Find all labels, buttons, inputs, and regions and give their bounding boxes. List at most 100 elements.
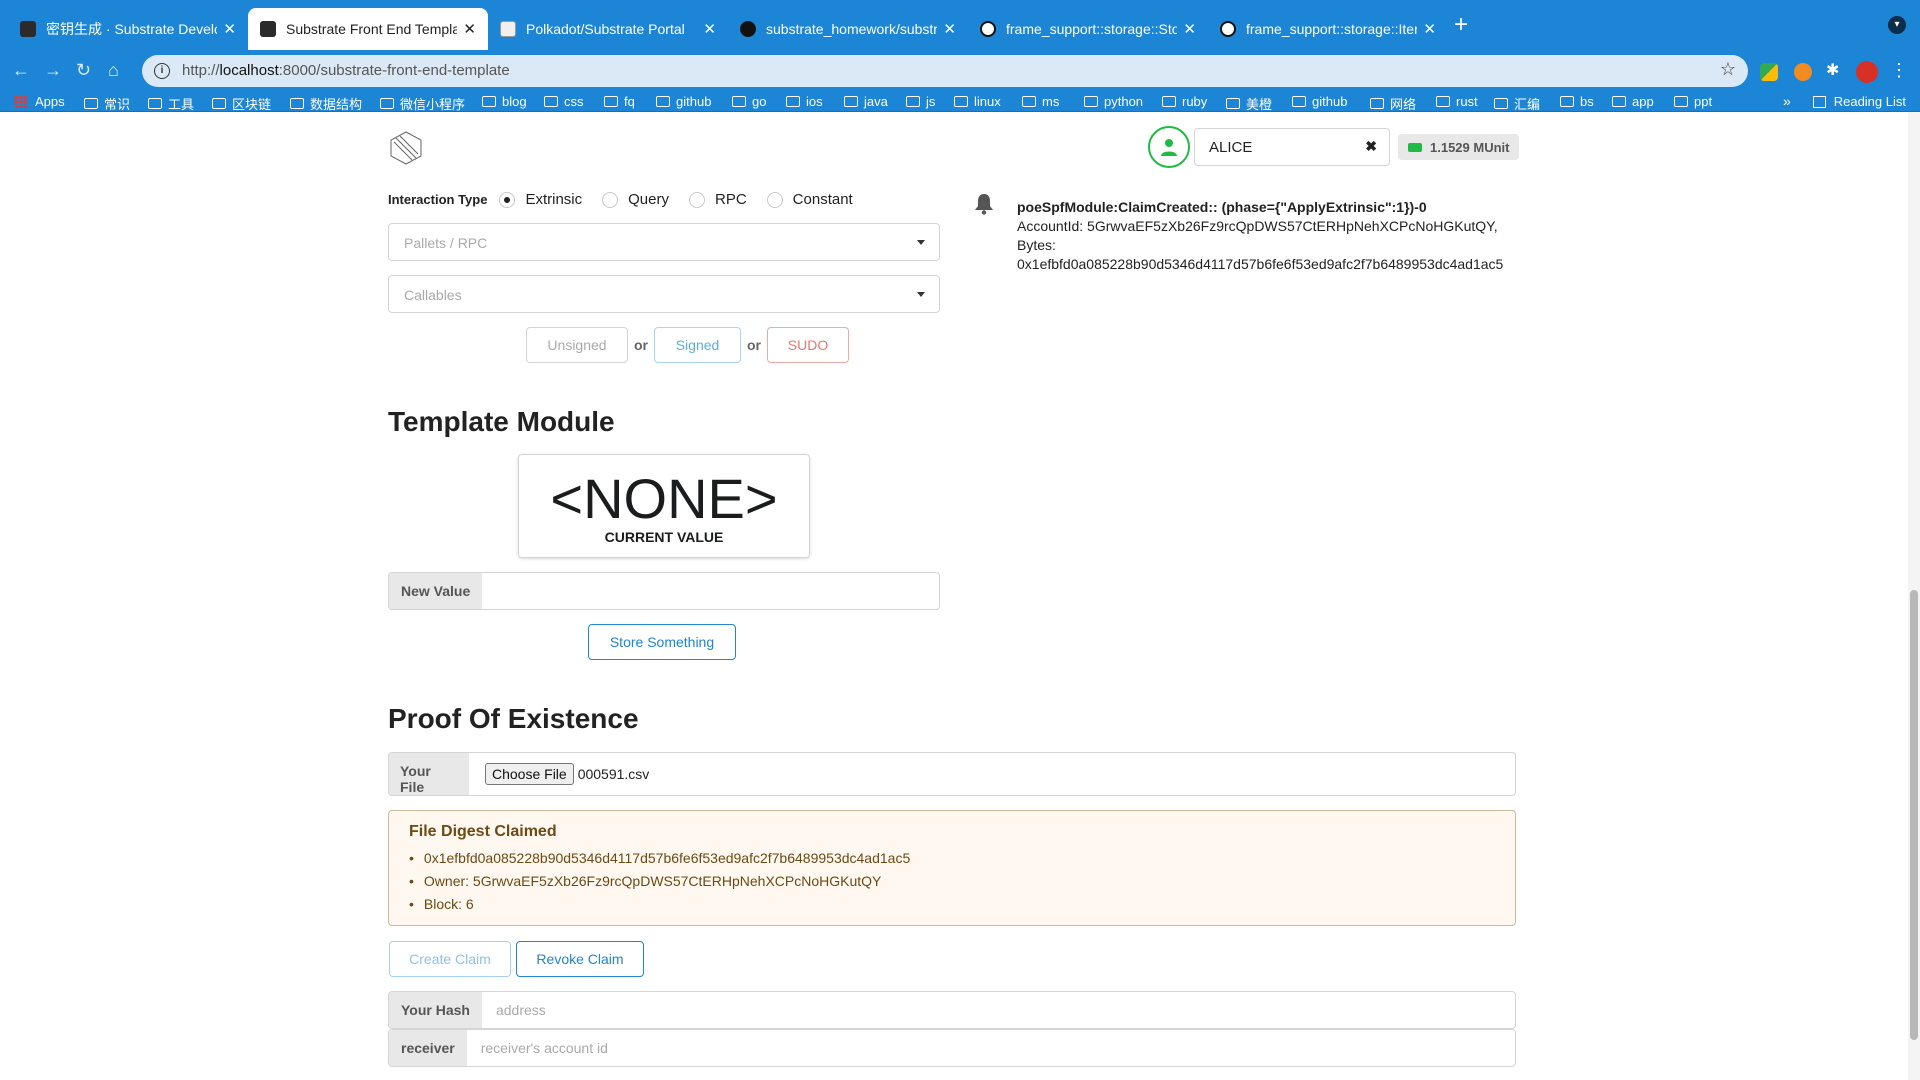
- folder-icon: [84, 98, 98, 109]
- folder-icon: [656, 96, 670, 107]
- close-icon[interactable]: ✕: [223, 20, 236, 38]
- account-avatar-icon[interactable]: [1148, 126, 1190, 168]
- clear-selection-icon[interactable]: ✖: [1365, 138, 1377, 155]
- folder-icon: [906, 96, 920, 107]
- bookmark-folder[interactable]: github: [656, 94, 711, 109]
- address-bar[interactable]: i http://localhost:8000/substrate-front-…: [142, 55, 1748, 87]
- bookmark-folder[interactable]: app: [1612, 94, 1654, 109]
- home-icon[interactable]: ⌂: [108, 59, 119, 81]
- puzzle-extensions-icon[interactable]: ✱: [1826, 60, 1844, 79]
- folder-icon: [544, 96, 558, 107]
- rust-favicon-icon: [1220, 21, 1236, 37]
- bookmark-folder[interactable]: rust: [1436, 94, 1478, 109]
- event-line: AccountId: 5GrwvaEF5zXb26Fz9rcQpDWS57CtE…: [1017, 218, 1498, 234]
- page-scrollbar-thumb[interactable]: [1910, 590, 1918, 1040]
- claim-details-list: 0x1efbfd0a085228b90d5346d4117d57b6fe6f53…: [409, 847, 1495, 916]
- browser-tab[interactable]: substrate_homework/substrate ✕: [728, 8, 968, 50]
- bookmark-label: ios: [806, 94, 823, 109]
- hash-input[interactable]: address: [481, 992, 1515, 1028]
- browser-tab[interactable]: frame_support::storage::Storag ✕: [968, 8, 1208, 50]
- close-icon[interactable]: ✕: [463, 20, 476, 38]
- bookmark-label: ppt: [1694, 94, 1713, 109]
- bookmark-folder[interactable]: 微信小程序: [380, 94, 465, 113]
- account-selector[interactable]: ALICE ✖: [1194, 128, 1390, 166]
- list-item: 0x1efbfd0a085228b90d5346d4117d57b6fe6f53…: [409, 847, 1495, 870]
- new-value-input[interactable]: [482, 573, 939, 609]
- bookmark-folder[interactable]: ruby: [1162, 94, 1207, 109]
- bookmark-folder[interactable]: 汇编: [1494, 94, 1540, 113]
- bookmark-apps[interactable]: Apps: [14, 94, 65, 109]
- file-input[interactable]: Choose File 000591.csv: [469, 753, 649, 795]
- sudo-button[interactable]: SUDO: [767, 327, 849, 363]
- extension-icon[interactable]: [1760, 63, 1778, 81]
- bookmark-folder[interactable]: python: [1084, 94, 1143, 109]
- browser-tab[interactable]: frame_support::storage::Iterab ✕: [1208, 8, 1448, 50]
- close-icon[interactable]: ✕: [943, 20, 956, 38]
- bookmarks-bar: Apps 常识 工具 区块链 数据结构 微信小程序 blog css fq gi…: [0, 92, 1920, 112]
- revoke-claim-button[interactable]: Revoke Claim: [516, 941, 644, 977]
- bookmark-folder[interactable]: github: [1292, 94, 1347, 109]
- bookmark-folder[interactable]: 数据结构: [290, 94, 362, 113]
- tab-title: Substrate Front End Template: [286, 21, 458, 37]
- extension-icon[interactable]: [1794, 63, 1812, 81]
- bookmark-folder[interactable]: ios: [786, 94, 823, 109]
- reload-icon[interactable]: ↻: [76, 59, 91, 81]
- bookmark-folder[interactable]: fq: [604, 94, 635, 109]
- new-tab-plus-icon[interactable]: +: [1454, 12, 1468, 38]
- tab-search-chevron-icon[interactable]: ▾: [1888, 16, 1906, 34]
- bookmark-label: github: [1312, 94, 1348, 109]
- radio-constant[interactable]: Constant: [766, 191, 853, 208]
- browser-tab[interactable]: Polkadot/Substrate Portal ✕: [488, 8, 728, 50]
- radio-label: Query: [628, 191, 669, 208]
- bookmark-folder[interactable]: 区块链: [212, 94, 271, 113]
- back-arrow-icon[interactable]: ←: [12, 59, 30, 81]
- unsigned-button[interactable]: Unsigned: [526, 327, 628, 363]
- callables-dropdown[interactable]: Callables: [388, 275, 940, 313]
- site-info-icon[interactable]: i: [154, 63, 170, 79]
- bookmarks-overflow-chevron-icon[interactable]: »: [1783, 93, 1791, 109]
- folder-icon: [732, 96, 746, 107]
- receiver-input[interactable]: receiver's account id: [466, 1030, 1515, 1066]
- forward-arrow-icon[interactable]: →: [44, 59, 62, 81]
- radio-query[interactable]: Query: [602, 191, 669, 208]
- url-text: http://localhost:8000/substrate-front-en…: [182, 62, 510, 79]
- balance-label: 1.1529 MUnit: [1398, 134, 1520, 160]
- bookmark-label: linux: [974, 94, 1001, 109]
- bookmark-folder[interactable]: 常识: [84, 94, 130, 113]
- signed-button[interactable]: Signed: [654, 327, 741, 363]
- pallets-rpc-dropdown[interactable]: Pallets / RPC: [388, 223, 940, 261]
- bookmark-folder[interactable]: go: [732, 94, 766, 109]
- bookmark-folder[interactable]: ms: [1022, 94, 1059, 109]
- radio-rpc[interactable]: RPC: [689, 191, 747, 208]
- event-line: 0x1efbfd0a085228b90d5346d4117d57b6fe6f53…: [1017, 256, 1504, 272]
- close-icon[interactable]: ✕: [1423, 20, 1436, 38]
- current-value-statistic: <NONE> CURRENT VALUE: [518, 454, 810, 558]
- store-something-button[interactable]: Store Something: [588, 624, 736, 660]
- browser-tab-active[interactable]: Substrate Front End Template ✕: [248, 8, 488, 50]
- bookmark-folder[interactable]: 网络: [1370, 94, 1416, 113]
- profile-avatar-icon[interactable]: [1856, 61, 1878, 83]
- bookmark-folder[interactable]: 工具: [148, 94, 194, 113]
- folder-icon: [1370, 98, 1384, 109]
- close-icon[interactable]: ✕: [703, 20, 716, 38]
- bookmark-folder[interactable]: linux: [954, 94, 1001, 109]
- radio-dot: [766, 191, 783, 208]
- choose-file-button[interactable]: Choose File: [485, 763, 574, 785]
- folder-icon: [1084, 96, 1098, 107]
- close-icon[interactable]: ✕: [1183, 20, 1196, 38]
- bookmark-star-icon[interactable]: ☆: [1720, 59, 1736, 80]
- bookmark-folder[interactable]: bs: [1560, 94, 1594, 109]
- browser-tab[interactable]: 密钥生成 · Substrate Developer ✕: [8, 8, 248, 50]
- create-claim-button[interactable]: Create Claim: [389, 941, 511, 977]
- bookmark-folder[interactable]: java: [844, 94, 888, 109]
- radio-extrinsic[interactable]: Extrinsic: [499, 191, 582, 208]
- tx-button-group: Unsigned or Signed or SUDO: [526, 327, 849, 363]
- bookmark-folder[interactable]: ppt: [1674, 94, 1712, 109]
- browser-menu-icon[interactable]: ⋮: [1890, 59, 1908, 81]
- or-divider: or: [747, 337, 761, 353]
- reading-list-button[interactable]: Reading List: [1812, 94, 1906, 109]
- bookmark-folder[interactable]: css: [544, 94, 584, 109]
- bookmark-folder[interactable]: blog: [482, 94, 527, 109]
- bookmark-folder[interactable]: js: [906, 94, 935, 109]
- bookmark-folder[interactable]: 美橙: [1226, 94, 1272, 113]
